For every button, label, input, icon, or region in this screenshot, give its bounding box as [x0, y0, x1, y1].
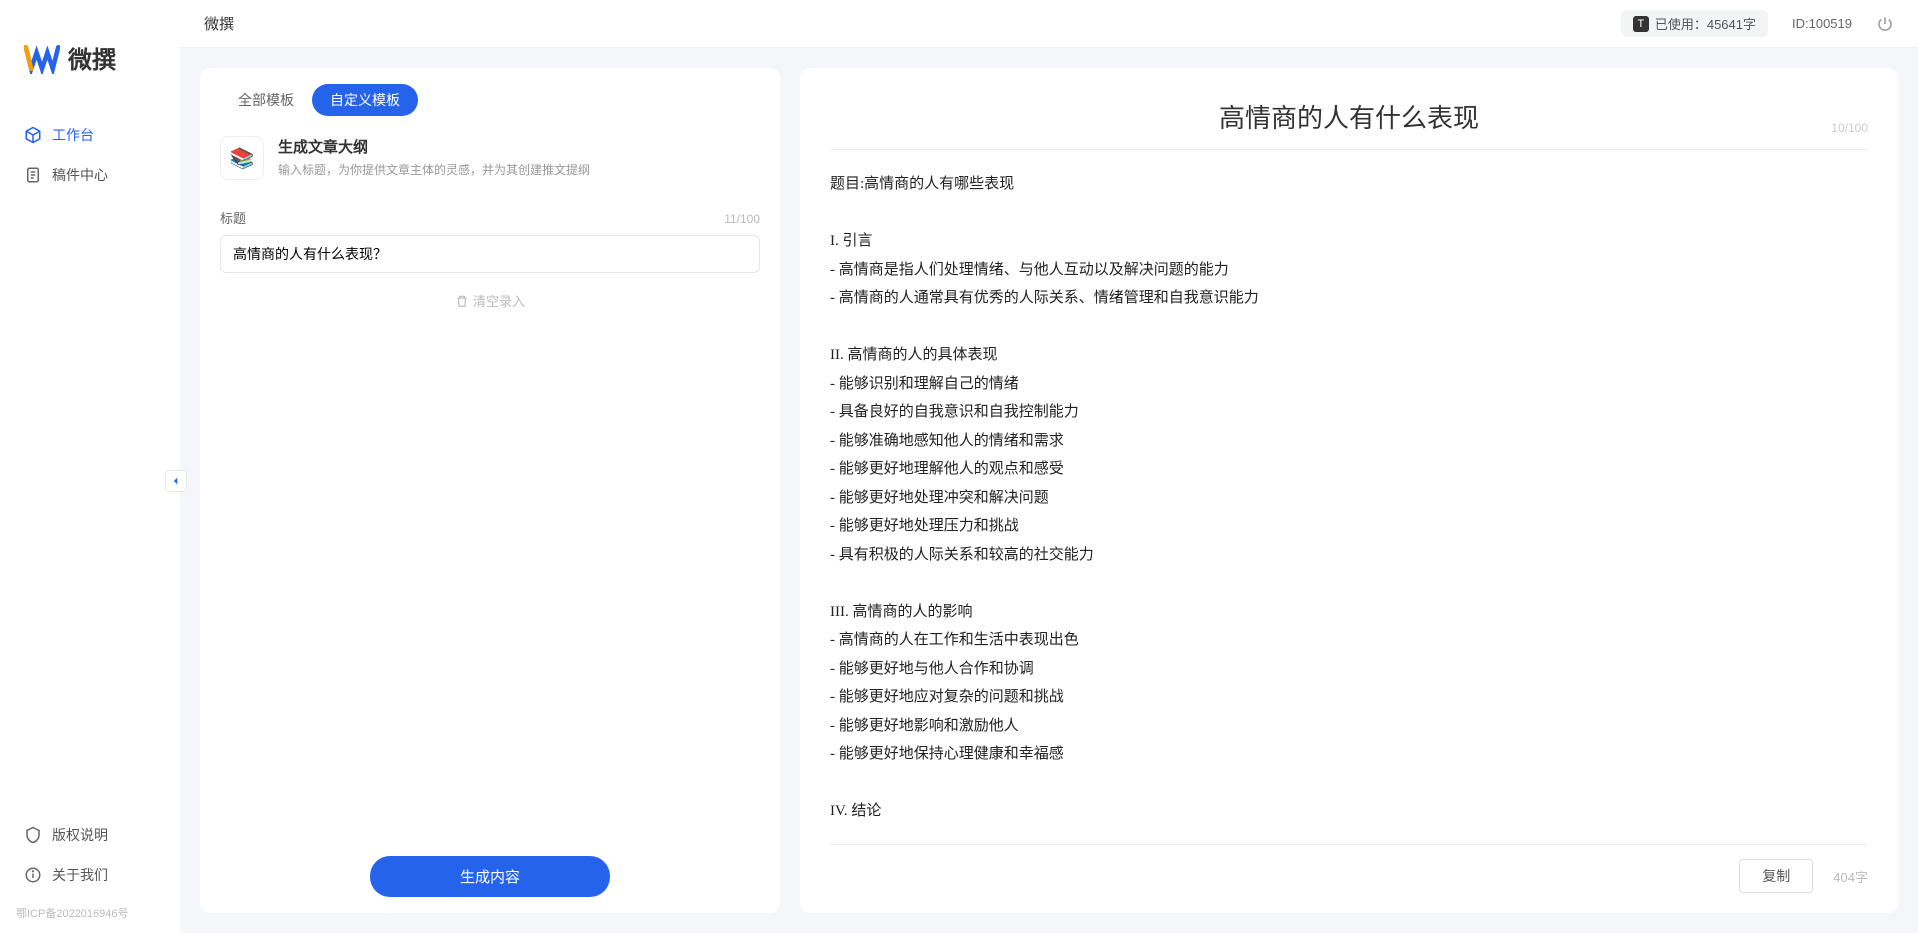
clear-input-label: 清空录入	[473, 291, 525, 310]
trash-icon	[455, 294, 469, 308]
nav-workbench[interactable]: 工作台	[12, 115, 168, 155]
logo-icon	[24, 42, 60, 74]
chevron-left-icon	[171, 476, 181, 486]
usage-badge: T 已使用：45641字	[1621, 10, 1768, 37]
nav-copyright-label: 版权说明	[52, 825, 108, 845]
title-field-label: 标题	[220, 208, 246, 227]
nav-workbench-label: 工作台	[52, 125, 94, 145]
nav-drafts-label: 稿件中心	[52, 165, 108, 185]
nav-copyright[interactable]: 版权说明	[12, 815, 168, 855]
title-char-counter: 11/100	[724, 212, 760, 226]
title-input[interactable]	[220, 235, 760, 273]
document-icon	[24, 166, 42, 184]
books-icon: 📚	[220, 136, 264, 180]
document-footer: 复制 404字	[830, 844, 1868, 893]
document-title[interactable]: 高情商的人有什么表现	[830, 98, 1868, 135]
copy-button[interactable]: 复制	[1739, 859, 1813, 893]
template-name: 生成文章大纲	[278, 136, 590, 157]
user-id: ID:100519	[1792, 16, 1852, 31]
topbar-right: T 已使用：45641字 ID:100519	[1621, 10, 1894, 37]
page-title: 微撰	[204, 13, 234, 34]
nav-drafts[interactable]: 稿件中心	[12, 155, 168, 195]
tab-custom-templates[interactable]: 自定义模板	[312, 84, 418, 116]
right-panel: 高情商的人有什么表现 10/100 题目:高情商的人有哪些表现 I. 引言 - …	[800, 68, 1898, 913]
shield-icon	[24, 826, 42, 844]
text-count-icon: T	[1633, 16, 1649, 32]
power-icon[interactable]	[1876, 15, 1894, 33]
brand-logo: 微撰	[0, 30, 180, 115]
tab-all-templates[interactable]: 全部模板	[220, 84, 312, 116]
left-panel: 全部模板 自定义模板 📚 生成文章大纲 输入标题，为你提供文章主体的灵感，并为其…	[200, 68, 780, 913]
nav-about-label: 关于我们	[52, 865, 108, 885]
template-tabs: 全部模板 自定义模板	[220, 84, 760, 116]
document-body[interactable]: 题目:高情商的人有哪些表现 I. 引言 - 高情商是指人们处理情绪、与他人互动以…	[830, 170, 1868, 830]
icp-footer: 鄂ICP备2022016946号	[0, 905, 180, 933]
generate-button[interactable]: 生成内容	[370, 856, 610, 897]
info-icon	[24, 866, 42, 884]
main: 微撰 T 已使用：45641字 ID:100519 全部模板 自定义模板	[180, 0, 1918, 933]
usage-label: 已使用：45641字	[1655, 14, 1756, 33]
topbar: 微撰 T 已使用：45641字 ID:100519	[180, 0, 1918, 48]
template-card: 📚 生成文章大纲 输入标题，为你提供文章主体的灵感，并为其创建推文提纲	[220, 136, 760, 180]
bottom-nav: 版权说明 关于我们	[0, 815, 180, 905]
clear-input-button[interactable]: 清空录入	[220, 291, 760, 310]
document-title-counter: 10/100	[1831, 121, 1868, 135]
sidebar-collapse-handle[interactable]	[165, 470, 187, 492]
template-desc: 输入标题，为你提供文章主体的灵感，并为其创建推文提纲	[278, 161, 590, 178]
content: 全部模板 自定义模板 📚 生成文章大纲 输入标题，为你提供文章主体的灵感，并为其…	[180, 48, 1918, 933]
brand-text: 微撰	[68, 40, 116, 75]
word-count: 404字	[1833, 867, 1868, 886]
sidebar: 微撰 工作台 稿件中心 版权说明	[0, 0, 180, 933]
cube-icon	[24, 126, 42, 144]
nav: 工作台 稿件中心	[0, 115, 180, 815]
nav-about[interactable]: 关于我们	[12, 855, 168, 895]
